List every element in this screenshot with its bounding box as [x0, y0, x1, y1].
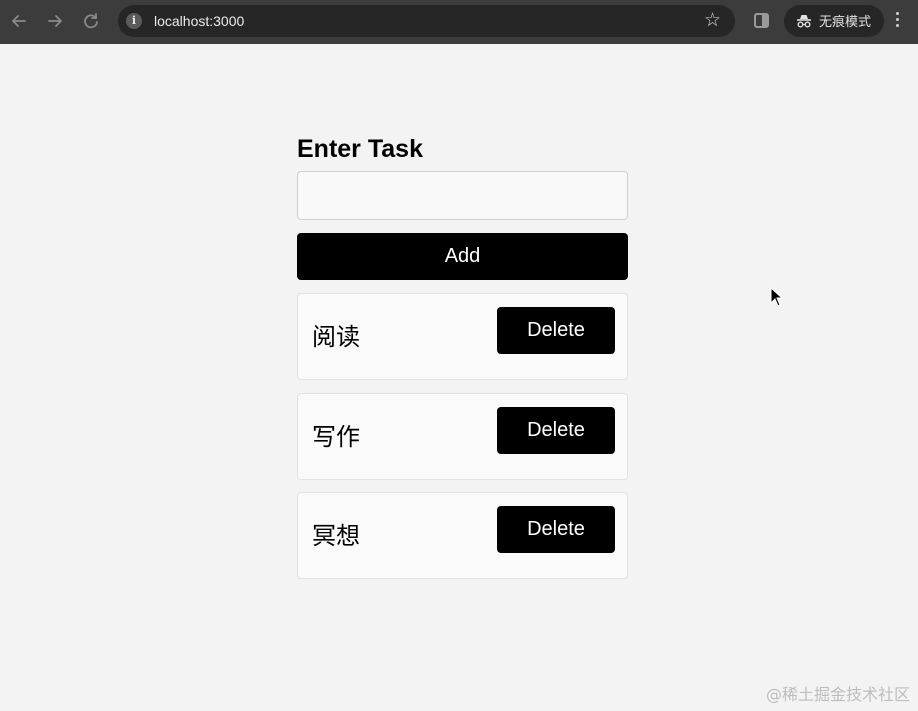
browser-toolbar: i localhost:3000 ☆ 无痕模式 — [0, 0, 918, 44]
arrow-left-icon — [12, 15, 26, 27]
bookmark-star-icon[interactable]: ☆ — [704, 10, 721, 32]
reload-button[interactable] — [80, 10, 102, 32]
task-label: 写作 — [312, 423, 360, 451]
back-button[interactable] — [8, 10, 30, 32]
delete-button[interactable]: Delete — [497, 307, 615, 354]
incognito-icon — [797, 15, 811, 28]
more-menu-icon[interactable] — [896, 12, 900, 30]
watermark: @稀土掘金技术社区 — [765, 685, 910, 704]
mouse-cursor-icon — [770, 287, 784, 307]
task-item: 阅读 Delete — [297, 293, 628, 380]
task-item: 写作 Delete — [297, 393, 628, 480]
task-label: 冥想 — [312, 522, 360, 550]
side-panel-icon[interactable] — [754, 13, 769, 28]
url-text: localhost:3000 — [154, 13, 245, 29]
arrow-right-icon — [48, 15, 62, 27]
reload-icon — [84, 13, 98, 29]
task-input[interactable] — [297, 171, 628, 220]
delete-button[interactable]: Delete — [497, 407, 615, 454]
forward-button[interactable] — [44, 10, 66, 32]
page-heading: Enter Task — [297, 135, 423, 163]
site-info-icon[interactable]: i — [126, 13, 142, 29]
task-item: 冥想 Delete — [297, 492, 628, 579]
delete-button[interactable]: Delete — [497, 506, 615, 553]
incognito-label: 无痕模式 — [819, 14, 872, 29]
incognito-indicator[interactable]: 无痕模式 — [784, 5, 884, 37]
task-label: 阅读 — [312, 323, 360, 351]
address-bar[interactable]: i localhost:3000 ☆ — [118, 5, 735, 37]
add-button[interactable]: Add — [297, 233, 628, 280]
